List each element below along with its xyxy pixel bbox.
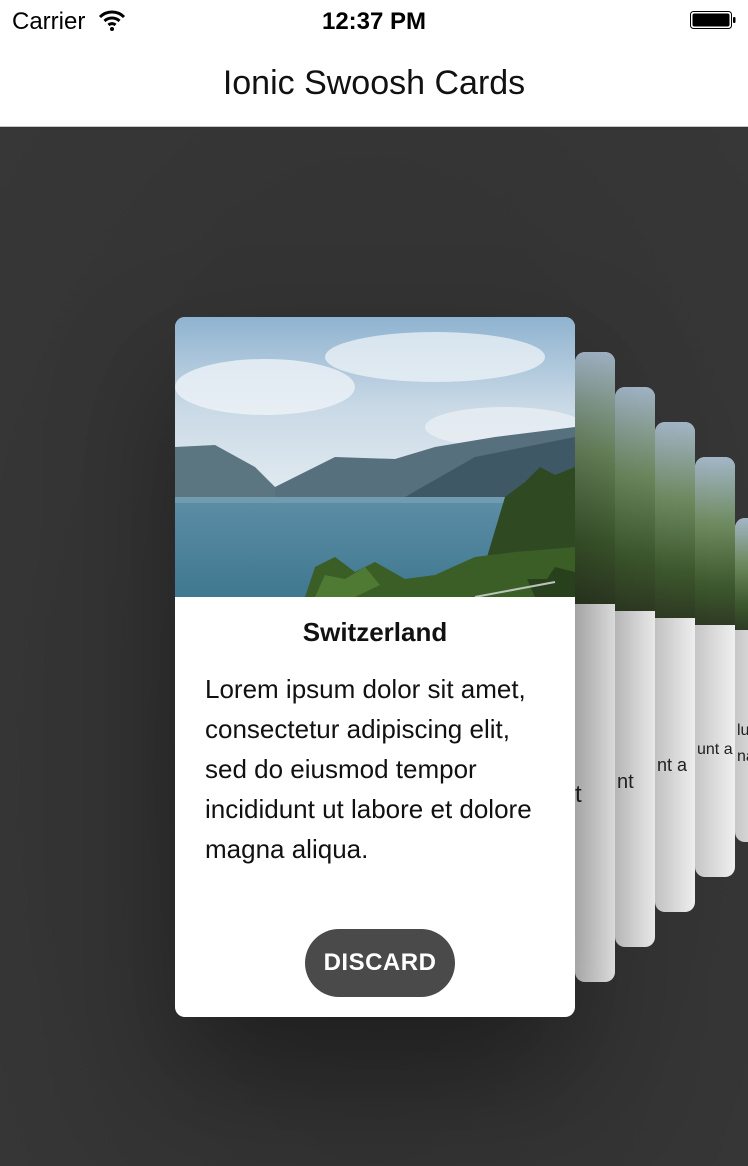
status-time: 12:37 PM: [321, 8, 427, 35]
stacked-card: unt a: [695, 457, 735, 877]
card-snippet: unt a: [697, 741, 733, 758]
battery-icon: [690, 11, 736, 29]
stacked-card: nt a: [655, 422, 695, 912]
stacked-card: t: [575, 352, 615, 982]
swoosh-card[interactable]: Switzerland Lorem ipsum dolor sit amet, …: [175, 317, 575, 1017]
stacked-card: nt: [615, 387, 655, 947]
card-photo: [175, 317, 575, 598]
card-snippet: nt: [617, 771, 634, 793]
status-bar: Carrier 12:37 PM: [0, 0, 748, 42]
discard-button[interactable]: DISCARD: [305, 929, 455, 997]
stacked-card: lur na: [735, 518, 748, 842]
card-snippet: lur na: [737, 722, 748, 765]
card-stack-area: lur na unt a nt a nt t: [0, 128, 748, 1166]
card-body-text: Lorem ipsum dolor sit amet, consectetur …: [205, 674, 532, 864]
card-snippet: nt a: [657, 755, 688, 775]
card-snippet: t: [575, 781, 582, 808]
nav-bar: Ionic Swoosh Cards: [0, 42, 748, 127]
page-title: Ionic Swoosh Cards: [222, 64, 526, 102]
card-title: Switzerland: [302, 617, 448, 647]
